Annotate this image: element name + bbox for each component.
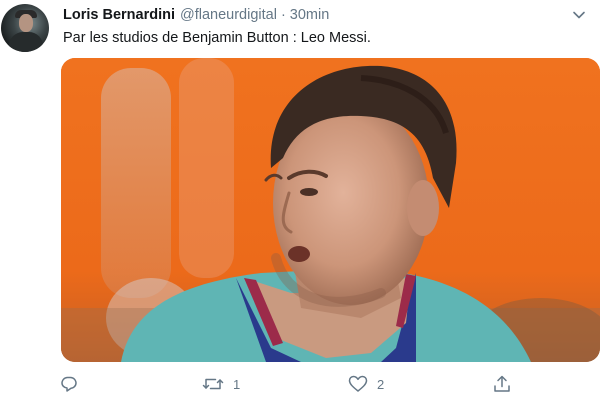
tweet-media-image[interactable] — [61, 58, 600, 362]
share-icon — [493, 375, 511, 393]
tweet-header: Loris Bernardini @flaneurdigital · 30min — [63, 7, 329, 25]
share-button[interactable] — [493, 373, 511, 395]
reply-button[interactable] — [60, 373, 87, 395]
retweet-icon — [202, 375, 224, 393]
author-handle[interactable]: @flaneurdigital — [180, 7, 277, 23]
retweet-button[interactable]: 1 — [202, 373, 240, 395]
tweet[interactable]: Loris Bernardini @flaneurdigital · 30min… — [0, 0, 600, 400]
timestamp[interactable]: 30min — [290, 7, 330, 23]
chevron-down-icon[interactable] — [572, 8, 586, 22]
reply-icon — [60, 375, 78, 393]
like-button[interactable]: 2 — [348, 373, 384, 395]
retweet-count: 1 — [233, 376, 241, 392]
author-name[interactable]: Loris Bernardini — [63, 7, 175, 23]
avatar[interactable] — [1, 4, 49, 52]
like-count: 2 — [377, 376, 385, 392]
tweet-text: Par les studios de Benjamin Button : Leo… — [63, 30, 371, 46]
heart-icon — [348, 375, 368, 393]
separator-dot: · — [280, 7, 286, 23]
tweet-actions: 1 2 — [0, 370, 600, 398]
